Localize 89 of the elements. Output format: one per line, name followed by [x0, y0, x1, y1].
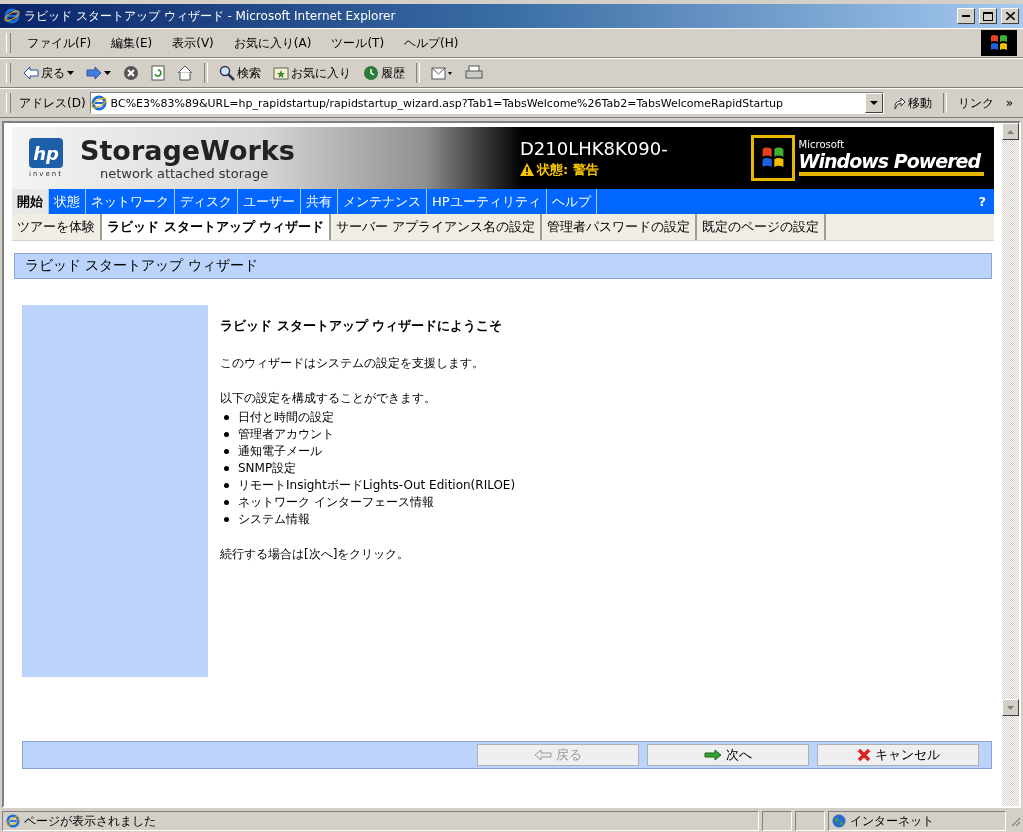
status-pane — [762, 811, 792, 831]
product-tagline: network attached storage — [100, 166, 270, 181]
help-link[interactable]: ? — [970, 194, 994, 209]
scrollbar[interactable] — [1002, 123, 1019, 806]
more-button[interactable]: » — [1001, 94, 1017, 112]
list-item: ネットワーク インターフェース情報 — [238, 494, 434, 511]
caret-icon — [869, 101, 878, 105]
windows-powered-logo: Microsoft Windows Powered — [798, 140, 984, 176]
list-intro: 以下の設定を構成することができます。 — [220, 390, 437, 407]
address-field[interactable]: BC%E3%83%89&URL=hp_rapidstartup/rapidstartup_wizard.asp?Tab1=TabsWelcome%26Tab2=TabsWelcomeRapidStartup — [89, 92, 884, 114]
hp-logo: hp — [29, 138, 63, 168]
nav-tab[interactable]: 開始 — [12, 189, 49, 214]
up-arrow-icon — [1007, 129, 1014, 134]
go-arrow-icon — [891, 96, 906, 110]
menu-item[interactable]: ファイル(F) — [19, 32, 100, 54]
mail-icon — [431, 65, 453, 81]
maximize-icon — [983, 11, 993, 21]
cross-icon — [856, 748, 871, 762]
status-message: ページが表示されました — [24, 812, 156, 830]
sub-nav-tab[interactable]: サーバー アプライアンス名の設定 — [331, 214, 543, 240]
minimize-icon — [962, 15, 970, 17]
list-item: 通知電子メール — [238, 443, 322, 460]
links-button[interactable]: リンク — [953, 92, 998, 114]
menu-item[interactable]: ヘルプ(H) — [396, 32, 467, 54]
list-item: リモートInsightボードLights-Out Edition(RILOE) — [238, 477, 516, 494]
caret-icon — [67, 71, 74, 75]
bullet-icon — [224, 415, 229, 420]
device-name: D210LHK8K090- — [520, 137, 668, 159]
intro-text: このウィザードはシステムの設定を支援します。 — [220, 355, 485, 372]
menu-item[interactable]: 編集(E) — [103, 32, 161, 54]
resize-grip-icon — [1009, 815, 1021, 827]
product-name: StorageWorks — [80, 135, 296, 166]
globe-icon — [832, 814, 846, 828]
bullet-icon — [224, 449, 229, 454]
toolbar-button[interactable]: 検索 — [215, 62, 265, 84]
list-item: SNMP設定 — [238, 460, 297, 477]
menu-item[interactable]: お気に入り(A) — [225, 32, 320, 54]
status-text: 状態: 警告 — [537, 160, 599, 179]
left-arrow-icon — [534, 749, 552, 761]
scroll-up-button[interactable] — [1002, 123, 1019, 140]
address-label: アドレス(D) — [19, 94, 86, 112]
next-button[interactable]: 次へ — [647, 744, 809, 766]
forward-arrow-icon — [86, 66, 102, 80]
dropdown-button[interactable] — [864, 93, 883, 113]
back-arrow-icon — [23, 66, 39, 80]
warning-icon — [520, 163, 534, 176]
search-icon — [219, 65, 235, 81]
minimize-button[interactable] — [957, 8, 975, 24]
windows-flag-icon — [989, 33, 1009, 53]
menu-item[interactable]: ツール(T) — [323, 32, 393, 54]
section-title: ラビッド スタートアップ ウィザード — [14, 253, 992, 279]
bullet-icon — [224, 466, 229, 471]
history-icon — [363, 65, 379, 81]
menu-item[interactable]: 表示(V) — [164, 32, 222, 54]
bullet-icon — [224, 517, 229, 522]
toolbar-button[interactable]: 戻る — [19, 62, 78, 84]
bullet-icon — [224, 483, 229, 488]
zone-label: インターネット — [850, 812, 934, 830]
toolbar-button[interactable]: お気に入り — [269, 62, 355, 84]
right-arrow-icon — [704, 749, 722, 761]
ie-icon — [4, 8, 20, 24]
toolbar-button[interactable]: 履歴 — [359, 62, 409, 84]
home-icon — [177, 65, 193, 81]
favorites-folder-icon — [273, 66, 289, 80]
bullet-icon — [224, 432, 229, 437]
ie-icon — [90, 95, 107, 111]
stop-icon — [123, 65, 139, 81]
list-item: システム情報 — [238, 511, 310, 528]
go-button[interactable]: 移動 — [887, 92, 936, 114]
status-pane — [795, 811, 825, 831]
list-item: 管理者アカウント — [238, 426, 334, 443]
close-button[interactable] — [1001, 8, 1019, 24]
bullet-icon — [224, 500, 229, 505]
cancel-button[interactable]: キャンセル — [817, 744, 979, 766]
down-arrow-icon — [1007, 705, 1014, 710]
instruction-text: 続行する場合は[次へ]をクリック。 — [220, 546, 411, 563]
sub-nav-tab[interactable]: 管理者パスワードの設定 — [542, 214, 698, 240]
refresh-icon — [151, 65, 165, 81]
maximize-button[interactable] — [979, 8, 997, 24]
window-title: ラビッド スタートアップ ウィザード - Microsoft Internet Explorer — [24, 7, 397, 25]
caret-icon — [104, 71, 111, 75]
sub-nav-tab[interactable]: ラビッド スタートアップ ウィザード — [102, 214, 332, 240]
printer-icon — [465, 65, 483, 81]
scroll-down-button[interactable] — [1002, 699, 1019, 716]
list-item: 日付と時間の設定 — [238, 409, 334, 426]
welcome-heading: ラビッド スタートアップ ウィザードにようこそ — [220, 317, 504, 335]
ie-icon — [6, 814, 20, 828]
sub-nav-tab[interactable]: 既定のページの設定 — [697, 214, 827, 240]
close-icon — [1005, 12, 1015, 20]
